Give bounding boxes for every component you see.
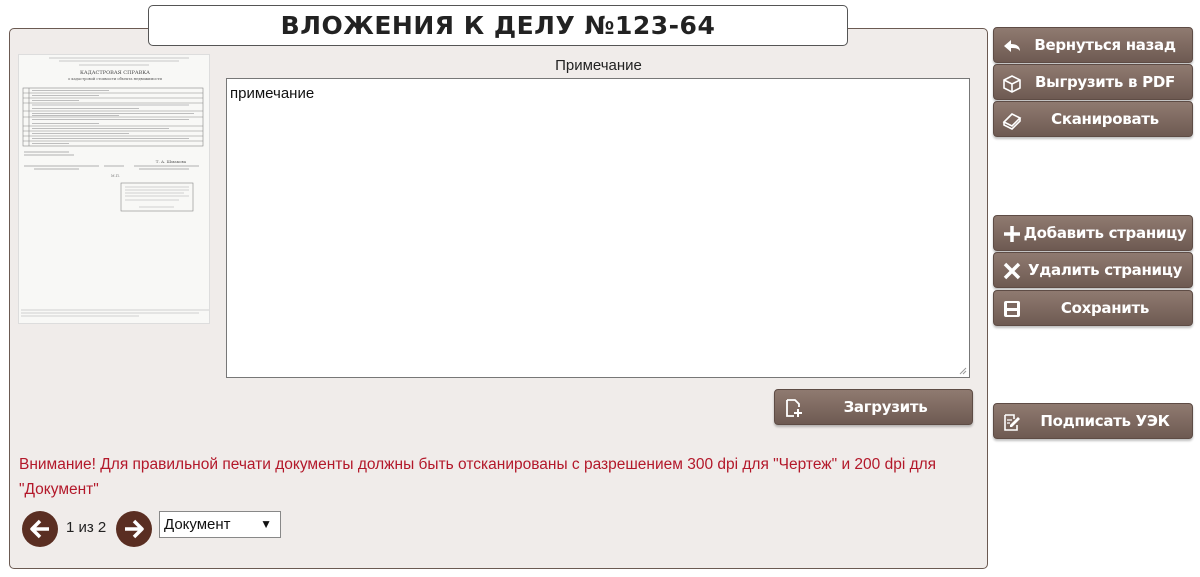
thumb-heading: КАДАСТРОВАЯ СПРАВКА [80, 70, 150, 76]
close-icon [1002, 261, 1022, 281]
box-export-icon [1002, 73, 1022, 93]
edit-document-icon [1002, 412, 1022, 432]
warning-line-2: "Документ" [19, 481, 99, 498]
app-root: ВЛОЖЕНИЯ К ДЕЛУ №123-64 КАДАСТРОВАЯ СПРА… [0, 0, 1200, 577]
scanned-page-image: КАДАСТРОВАЯ СПРАВКА о кадастровой стоимо… [19, 55, 209, 323]
document-type-select[interactable]: Документ ▼ [159, 511, 281, 538]
document-thumbnail[interactable]: КАДАСТРОВАЯ СПРАВКА о кадастровой стоимо… [18, 54, 210, 324]
resize-grip-icon[interactable] [959, 367, 967, 375]
warning-line-1: Внимание! Для правильной печати документ… [19, 456, 937, 473]
arrow-back-icon [1002, 36, 1022, 56]
scan-warning: Внимание! Для правильной печати документ… [19, 452, 979, 502]
save-label: Сохранить [1060, 299, 1150, 317]
export-pdf-button[interactable]: Выгрузить в PDF [993, 64, 1193, 100]
dropdown-arrow-icon: ▼ [260, 517, 272, 531]
upload-button[interactable]: Загрузить [774, 389, 973, 425]
add-file-icon [783, 398, 803, 418]
thumb-signature: Т. А. Шмакова [156, 159, 187, 164]
plus-icon [1002, 224, 1022, 244]
page-counter: 1 из 2 [66, 519, 107, 536]
back-button[interactable]: Вернуться назад [993, 27, 1193, 63]
delete-page-button[interactable]: Удалить страницу [993, 252, 1193, 288]
arrow-left-icon [30, 519, 49, 539]
scan-button[interactable]: Сканировать [993, 101, 1193, 137]
scanner-icon [1002, 110, 1022, 130]
scan-label: Сканировать [1051, 110, 1159, 128]
document-type-value: Документ [164, 516, 231, 533]
page-title: ВЛОЖЕНИЯ К ДЕЛУ №123-64 [148, 5, 848, 46]
sign-uek-label: Подписать УЭК [1040, 412, 1170, 430]
prev-page-button[interactable] [22, 511, 58, 547]
svg-text:М.П.: М.П. [111, 174, 120, 178]
export-pdf-label: Выгрузить в PDF [1035, 73, 1175, 91]
delete-page-label: Удалить страницу [1027, 261, 1183, 279]
note-label: Примечание [555, 57, 642, 74]
save-button[interactable]: Сохранить [993, 290, 1193, 326]
add-page-button[interactable]: Добавить страницу [993, 215, 1193, 251]
add-page-label: Добавить страницу [1023, 224, 1187, 242]
floppy-disk-icon [1002, 299, 1022, 319]
note-textarea[interactable] [226, 78, 970, 378]
arrow-right-icon [125, 519, 144, 539]
next-page-button[interactable] [116, 511, 152, 547]
thumb-subheading: о кадастровой стоимости объекта недвижим… [68, 77, 162, 81]
back-label: Вернуться назад [1034, 36, 1176, 54]
sign-uek-button[interactable]: Подписать УЭК [993, 403, 1193, 439]
upload-label: Загрузить [843, 398, 928, 416]
